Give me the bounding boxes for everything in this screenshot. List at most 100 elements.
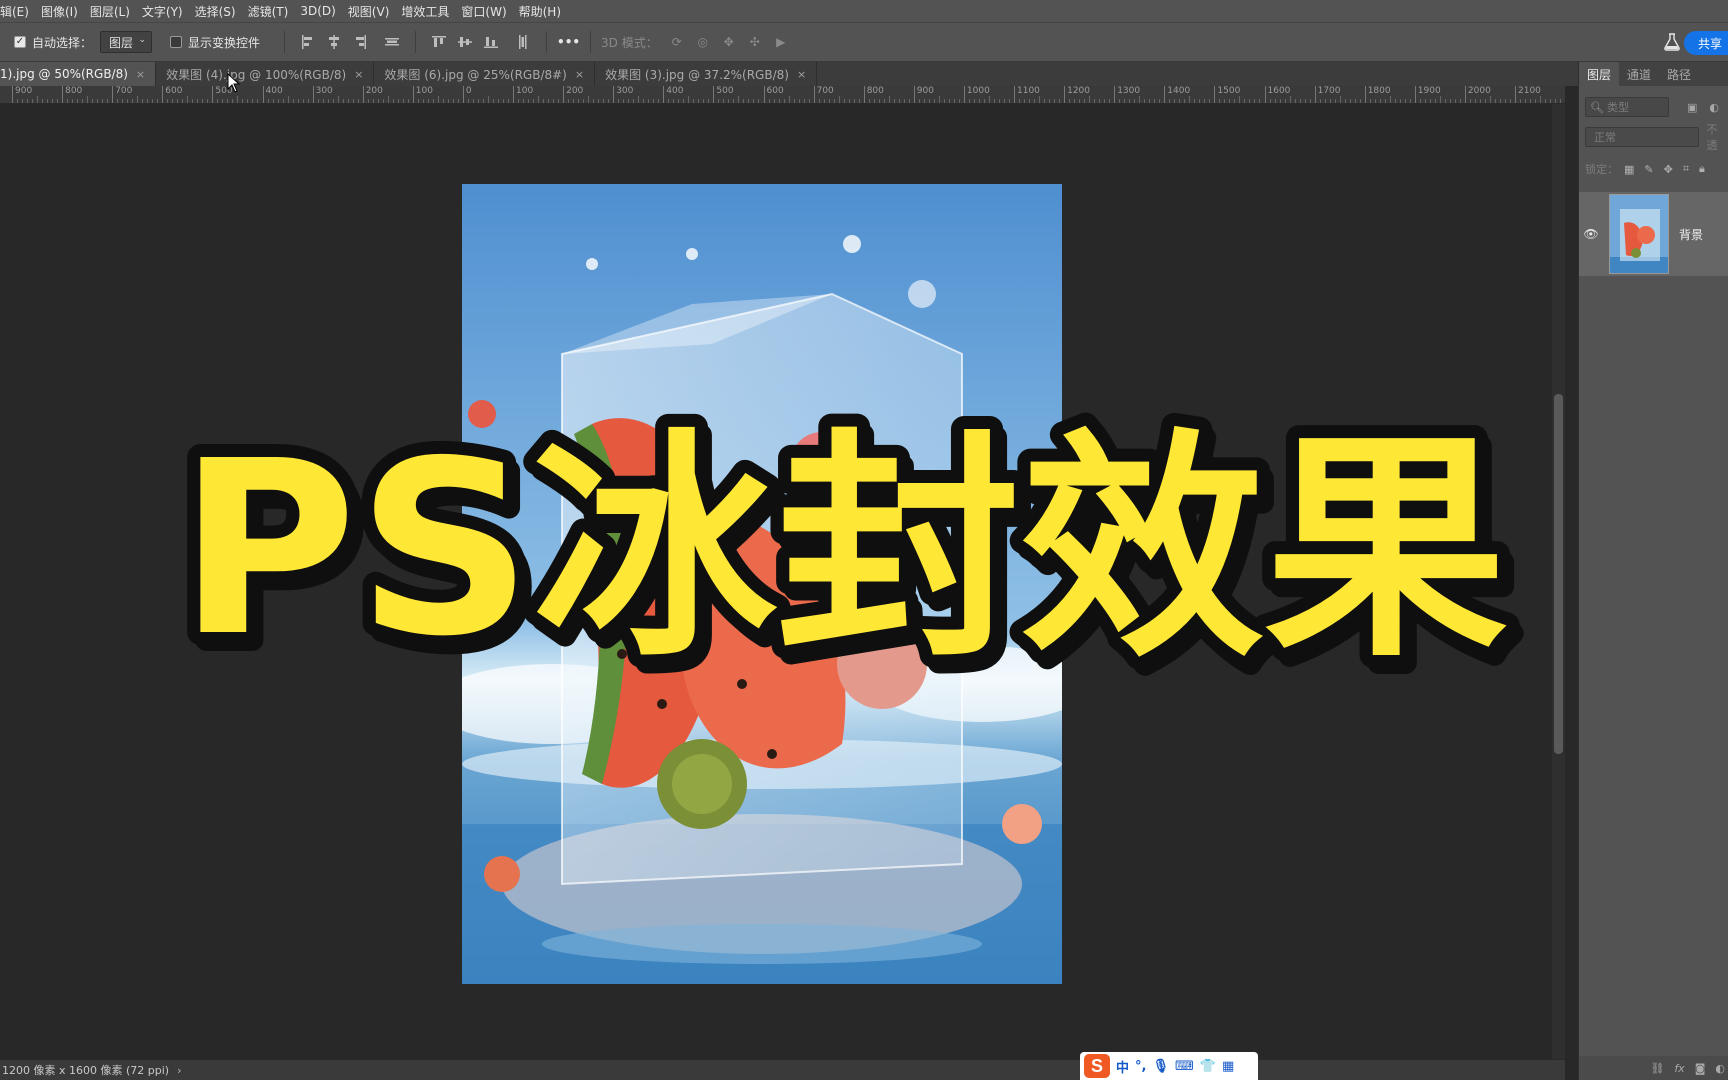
distribute-vertical-icon[interactable] [514,33,532,51]
ruler-minor-tick [1279,99,1281,103]
align-top-icon[interactable] [430,33,448,51]
ruler-minor-tick [988,96,990,103]
divider [284,31,286,53]
menu-item[interactable]: 辑(E) [0,3,35,20]
ruler-minor-tick [1324,99,1326,103]
align-middle-icon[interactable] [456,33,474,51]
ruler-minor-tick [683,99,685,103]
ruler-minor-tick [1229,99,1231,103]
menu-item[interactable]: 3D(D) [294,4,341,18]
ruler-minor-tick [618,99,620,103]
close-icon[interactable]: × [136,68,145,81]
image-filter-icon[interactable]: ▣ [1687,101,1697,114]
panel-tab[interactable]: 图层 [1579,62,1620,86]
roll-3d-icon[interactable]: ◎ [694,33,712,51]
auto-select-checkbox[interactable] [14,36,26,48]
status-arrow-icon[interactable]: › [177,1064,181,1077]
menu-item[interactable]: 增效工具 [395,3,455,20]
ruler-minor-tick [1520,99,1521,103]
ruler-minor-tick [287,96,289,103]
blend-mode-value: 正常 [1594,131,1616,144]
menu-item[interactable]: 视图(V) [342,3,396,20]
align-center-icon[interactable] [325,33,343,51]
lock-all-icon[interactable]: 🔒︎ [1699,162,1705,176]
microphone-icon[interactable]: 🎙 [1152,1059,1169,1074]
adjustment-filter-icon[interactable]: ◐ [1709,101,1719,114]
menu-item[interactable]: 图层(L) [84,3,136,20]
distribute-horizontal-icon[interactable] [383,33,401,51]
align-bottom-icon[interactable] [482,33,500,51]
align-right-icon[interactable] [351,33,369,51]
ruler-minor-tick [578,99,580,103]
lock-artboard-icon[interactable]: ⌗ [1683,162,1689,176]
ruler-minor-tick [1384,99,1386,103]
menu-item[interactable]: 滤镜(T) [242,3,295,20]
camera-3d-icon[interactable]: ▶ [772,33,790,51]
more-options-button[interactable]: ••• [557,35,580,49]
layer-name[interactable]: 背景 [1679,226,1703,243]
ruler-minor-tick [1424,99,1426,103]
ruler-minor-tick [242,99,244,103]
ruler-minor-tick [232,99,234,103]
fx-icon[interactable]: fx [1674,1062,1684,1075]
ruler-minor-tick [317,99,319,103]
skin-icon[interactable]: 👕 [1200,1059,1216,1074]
menu-item[interactable]: 文字(Y) [136,3,189,20]
document-tab[interactable]: 效果图 (3).jpg @ 37.2%(RGB/8) × [595,62,818,86]
keyboard-icon[interactable]: ⌨ [1175,1059,1194,1074]
ruler-minor-tick [1054,99,1056,103]
ruler-minor-tick [207,99,209,103]
apps-grid-icon[interactable]: ▦ [1222,1059,1234,1074]
close-icon[interactable]: × [575,68,584,81]
mask-icon[interactable]: ◙ [1695,1062,1706,1075]
adjustment-icon[interactable]: ◐ [1715,1062,1725,1075]
menu-item[interactable]: 图像(I) [35,3,84,20]
share-button[interactable]: 共享 [1683,31,1728,55]
ruler-minor-tick [603,99,605,103]
ruler-minor-tick [422,99,424,103]
panel-tab[interactable]: 通道 [1619,62,1659,86]
ruler-minor-tick [297,99,299,103]
orbit-3d-icon[interactable]: ⟳ [668,33,686,51]
layer-filter-dropdown[interactable]: 🔍︎ 类型 [1585,97,1669,117]
ruler-minor-tick [998,99,1000,103]
ruler-minor-tick [507,99,509,103]
ruler-minor-tick [1094,99,1096,103]
ruler-minor-tick [1560,99,1562,103]
blend-mode-dropdown[interactable]: 正常 [1585,127,1699,147]
auto-select-target-dropdown[interactable]: 图层 ⌄ [100,31,153,53]
document-tab[interactable]: 效果图 (4).jpg @ 100%(RGB/8) × [156,62,375,86]
document-tab[interactable]: 1).jpg @ 50%(RGB/8) × [0,62,157,86]
lock-position-icon[interactable]: ✥ [1664,163,1673,176]
align-left-icon[interactable] [299,33,317,51]
ruler-minor-tick [367,99,369,103]
ime-language-toggle[interactable]: 中 [1116,1057,1129,1076]
pan-3d-icon[interactable]: ✥ [720,33,738,51]
menu-item[interactable]: 帮助(H) [513,3,567,20]
ruler-minor-tick [1049,99,1051,103]
ruler-minor-tick [598,99,600,103]
ruler-minor-tick [943,99,945,103]
visibility-eye-icon[interactable]: 👁︎ [1579,227,1603,241]
layer-row[interactable]: 👁︎ 背景 [1579,192,1728,276]
ime-punctuation-toggle[interactable]: °, [1135,1059,1146,1074]
lock-transparent-icon[interactable]: ▦ [1624,163,1634,176]
close-icon[interactable]: × [797,68,806,81]
ruler-minor-tick [788,96,790,103]
flask-icon[interactable] [1662,32,1682,52]
ruler-minor-tick [1219,99,1221,103]
menu-item[interactable]: 窗口(W) [455,3,512,20]
menu-item[interactable]: 选择(S) [189,3,242,20]
ruler-minor-tick [1124,99,1126,103]
ruler-minor-tick [1535,99,1537,103]
document-info[interactable]: 1200 像素 x 1600 像素 (72 ppi) [0,1062,169,1078]
show-transform-checkbox[interactable] [170,36,183,48]
ruler-minor-tick [1069,99,1071,103]
slide-3d-icon[interactable]: ✣ [746,33,764,51]
link-icon[interactable]: ⛓ [1650,1062,1664,1075]
close-icon[interactable]: × [354,68,363,81]
panel-tab[interactable]: 路径 [1659,62,1699,86]
document-tab[interactable]: 效果图 (6).jpg @ 25%(RGB/8#) × [374,62,596,86]
lock-image-icon[interactable]: ✎ [1644,163,1653,176]
sogou-logo-icon[interactable]: S [1084,1054,1110,1078]
